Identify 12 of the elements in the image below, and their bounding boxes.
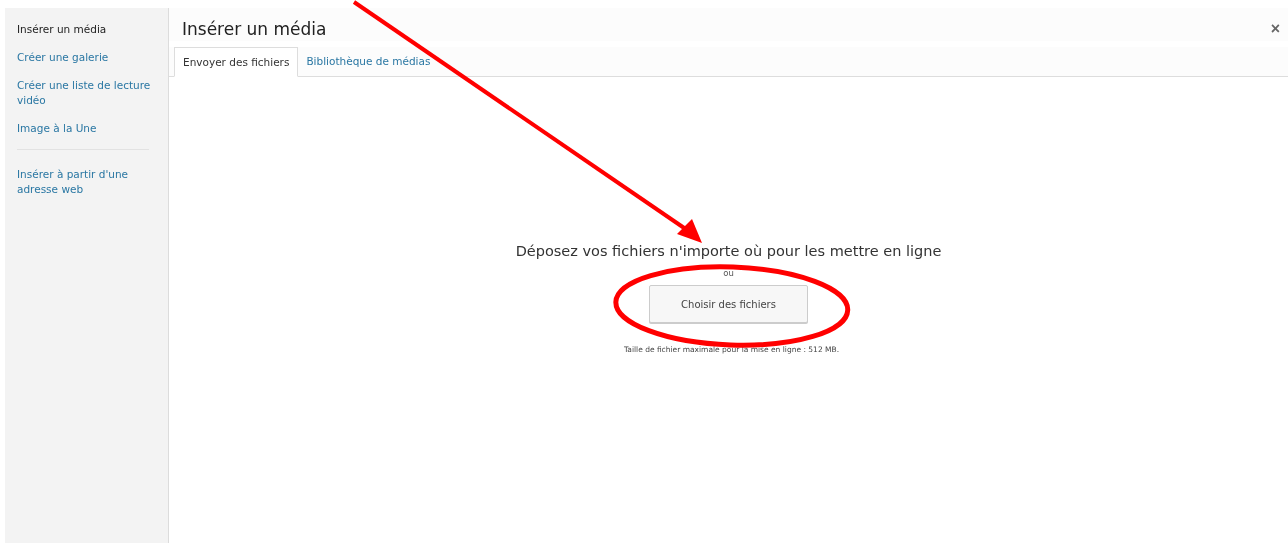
tab[interactable]: Bibliothèque de médias	[298, 47, 439, 76]
sidebar-item[interactable]: Insérer à partir d'une adresse web	[17, 167, 157, 197]
drop-instructions: Déposez vos fichiers n'importe où pour les mettre en ligne	[515, 242, 942, 261]
modal-title: Insérer un média	[182, 18, 327, 41]
sidebar-item[interactable]: Créer une liste de lecture vidéo	[17, 78, 157, 108]
close-button[interactable]: ×	[1270, 20, 1280, 38]
sidebar-item[interactable]: Insérer un média	[17, 22, 107, 37]
sidebar-item[interactable]: Image à la Une	[17, 121, 97, 136]
sidebar-item[interactable]: Créer une galerie	[17, 50, 109, 65]
choose-files-button[interactable]: Choisir des fichiers	[649, 285, 808, 323]
tab[interactable]: Envoyer des fichiers	[174, 47, 299, 77]
or-label: ou	[723, 267, 734, 279]
